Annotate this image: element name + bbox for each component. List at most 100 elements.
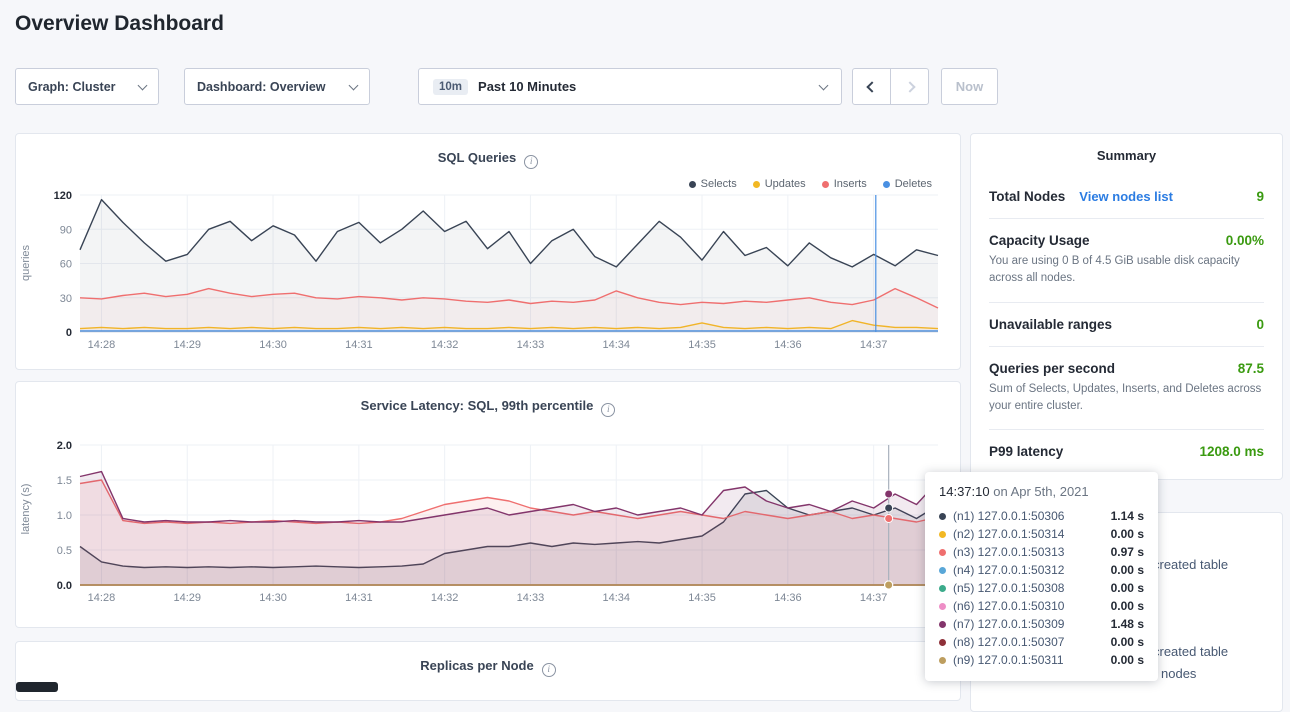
- svg-text:2.0: 2.0: [57, 440, 72, 452]
- summary-row-main: Capacity Usage 0.00%: [989, 233, 1264, 248]
- summary-value: 1208.0 ms: [1199, 444, 1264, 459]
- svg-text:14:30: 14:30: [259, 592, 287, 604]
- summary-subtext: Sum of Selects, Updates, Inserts, and De…: [989, 381, 1264, 416]
- service-latency-title: Service Latency: SQL, 99th percentile: [361, 398, 594, 413]
- summary-row: Capacity Usage 0.00% You are using 0 B o…: [989, 218, 1264, 302]
- node-color-dot-icon: [939, 531, 946, 538]
- chart-title-row: Replicas per Node i: [16, 658, 960, 677]
- svg-text:14:28: 14:28: [88, 339, 116, 351]
- svg-text:120: 120: [54, 190, 72, 202]
- node-color-dot-icon: [939, 603, 946, 610]
- svg-text:14:31: 14:31: [345, 339, 373, 351]
- tooltip-node-value: 0.00 s: [1111, 599, 1144, 613]
- svg-text:0.0: 0.0: [57, 580, 72, 592]
- svg-text:14:35: 14:35: [688, 592, 716, 604]
- tooltip-node-label: (n3) 127.0.0.1:50313: [953, 545, 1064, 559]
- tooltip-node-label: (n1) 127.0.0.1:50306: [953, 509, 1064, 523]
- svg-text:14:30: 14:30: [259, 339, 287, 351]
- graph-dropdown[interactable]: Graph: Cluster: [15, 68, 159, 105]
- tooltip-node-value: 0.00 s: [1111, 635, 1144, 649]
- svg-text:14:37: 14:37: [860, 339, 888, 351]
- tooltip-row: (n8) 127.0.0.1:50307 0.00 s: [939, 633, 1144, 651]
- chevron-down-icon: [349, 80, 359, 90]
- info-icon[interactable]: i: [601, 403, 615, 417]
- tooltip-node-value: 0.00 s: [1111, 653, 1144, 667]
- service-latency-panel: Service Latency: SQL, 99th percentilei l…: [15, 381, 961, 628]
- summary-title: Summary: [989, 148, 1264, 163]
- summary-panel: Summary Total Nodes View nodes list 9 Ca…: [970, 133, 1283, 480]
- summary-value: 0.00%: [1226, 233, 1264, 248]
- legend-dot-icon: [689, 181, 696, 188]
- summary-label: Capacity Usage: [989, 233, 1090, 248]
- summary-label: P99 latency: [989, 444, 1063, 459]
- summary-row-main: P99 latency 1208.0 ms: [989, 444, 1264, 459]
- svg-text:14:37: 14:37: [860, 592, 888, 604]
- info-icon[interactable]: i: [542, 663, 556, 677]
- svg-text:0.5: 0.5: [57, 545, 72, 557]
- sql-queries-title: SQL Queries: [438, 150, 517, 165]
- summary-row: Total Nodes View nodes list 9: [989, 175, 1264, 218]
- chevron-down-icon: [138, 80, 148, 90]
- sql-queries-chart[interactable]: 14:2814:2914:3014:3114:3214:3314:3414:35…: [30, 189, 946, 354]
- legend-dot-icon: [753, 181, 760, 188]
- replicas-panel: Replicas per Node i: [15, 641, 961, 701]
- node-color-dot-icon: [939, 567, 946, 574]
- svg-text:14:36: 14:36: [774, 592, 802, 604]
- info-icon[interactable]: i: [524, 155, 538, 169]
- chevron-right-icon: [904, 81, 915, 92]
- partial-overlay-element: [16, 682, 58, 692]
- summary-rows: Total Nodes View nodes list 9 Capacity U…: [989, 175, 1264, 473]
- time-next-button: [890, 68, 929, 105]
- time-range-dropdown[interactable]: 10m Past 10 Minutes: [418, 68, 842, 105]
- service-latency-chart[interactable]: 14:2814:2914:3014:3114:3214:3314:3414:35…: [30, 439, 946, 607]
- svg-text:1.5: 1.5: [57, 475, 72, 487]
- svg-text:90: 90: [60, 224, 72, 236]
- svg-text:14:34: 14:34: [602, 339, 630, 351]
- summary-row: Queries per second 87.5 Sum of Selects, …: [989, 346, 1264, 430]
- chart-title-row: SQL Queries i: [16, 150, 960, 169]
- chart-title-row: Service Latency: SQL, 99th percentile i: [16, 398, 960, 417]
- event-item[interactable]: nodes: [1161, 666, 1196, 681]
- legend-dot-icon: [883, 181, 890, 188]
- tooltip-row: (n5) 127.0.0.1:50308 0.00 s: [939, 579, 1144, 597]
- tooltip-node-value: 1.14 s: [1111, 509, 1144, 523]
- dashboard-dropdown[interactable]: Dashboard: Overview: [184, 68, 370, 105]
- tooltip-header: 14:37:10 on Apr 5th, 2021: [939, 484, 1144, 499]
- summary-value: 87.5: [1238, 361, 1264, 376]
- tooltip-node-label: (n4) 127.0.0.1:50312: [953, 563, 1064, 577]
- tooltip-rows: (n1) 127.0.0.1:50306 1.14 s (n2) 127.0.0…: [939, 507, 1144, 669]
- tooltip-node-label: (n7) 127.0.0.1:50309: [953, 617, 1064, 631]
- summary-link[interactable]: View nodes list: [1079, 189, 1173, 204]
- event-item[interactable]: created table: [1153, 644, 1228, 659]
- summary-row-main: Total Nodes View nodes list 9: [989, 189, 1264, 204]
- svg-text:1.0: 1.0: [57, 510, 72, 522]
- tooltip-row: (n9) 127.0.0.1:50311 0.00 s: [939, 651, 1144, 669]
- summary-label: Queries per second: [989, 361, 1115, 376]
- tooltip-row: (n6) 127.0.0.1:50310 0.00 s: [939, 597, 1144, 615]
- event-item[interactable]: created table: [1153, 557, 1228, 572]
- replicas-title: Replicas per Node: [420, 658, 533, 673]
- svg-text:0: 0: [66, 327, 72, 339]
- node-color-dot-icon: [939, 585, 946, 592]
- tooltip-node-label: (n6) 127.0.0.1:50310: [953, 599, 1064, 613]
- sql-queries-panel: SQL Queriesi Selects Updates Inserts Del…: [15, 133, 961, 370]
- dashboard-dropdown-label: Dashboard: Overview: [197, 80, 326, 94]
- summary-value: 9: [1256, 189, 1264, 204]
- time-range-label: Past 10 Minutes: [478, 79, 576, 94]
- summary-label: Total Nodes: [989, 189, 1065, 204]
- chart-hover-tooltip: 14:37:10 on Apr 5th, 2021 (n1) 127.0.0.1…: [925, 472, 1158, 681]
- tooltip-node-value: 0.00 s: [1111, 563, 1144, 577]
- now-button[interactable]: Now: [941, 68, 998, 105]
- svg-text:14:33: 14:33: [517, 339, 545, 351]
- svg-text:14:36: 14:36: [774, 339, 802, 351]
- legend-dot-icon: [822, 181, 829, 188]
- tooltip-node-value: 0.00 s: [1111, 581, 1144, 595]
- svg-text:14:29: 14:29: [173, 339, 201, 351]
- graph-dropdown-label: Graph: Cluster: [28, 80, 116, 94]
- time-prev-button[interactable]: [852, 68, 891, 105]
- tooltip-node-value: 0.00 s: [1111, 527, 1144, 541]
- svg-text:30: 30: [60, 293, 72, 305]
- page-title: Overview Dashboard: [15, 12, 224, 36]
- summary-row-main: Unavailable ranges 0: [989, 317, 1264, 332]
- svg-text:14:31: 14:31: [345, 592, 373, 604]
